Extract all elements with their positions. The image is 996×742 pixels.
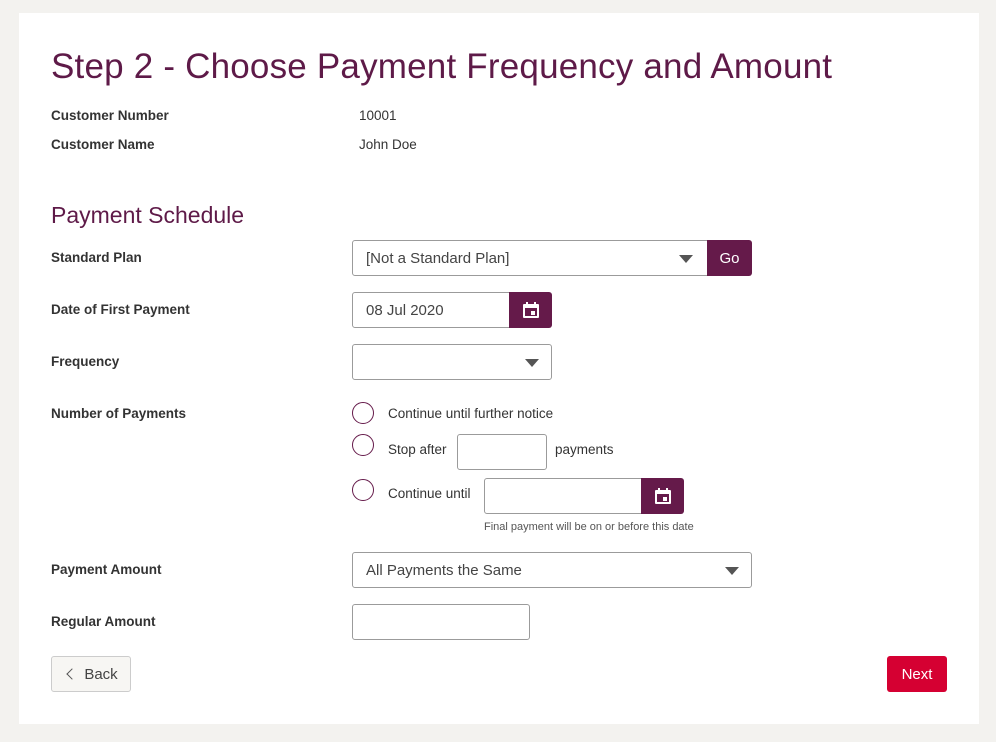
page-title: Step 2 - Choose Payment Frequency and Am… [51,47,833,86]
next-button[interactable]: Next [887,656,947,692]
standard-plan-selected: [Not a Standard Plan] [366,250,510,267]
first-payment-date-input[interactable]: 08 Jul 2020 [352,292,510,328]
customer-name-value: John Doe [359,137,417,152]
calendar-icon [522,302,539,318]
customer-number-label: Customer Number [51,108,169,123]
standard-plan-select[interactable]: [Not a Standard Plan] [352,240,708,276]
first-payment-date-value: 08 Jul 2020 [366,302,444,319]
continue-until-date-input[interactable] [484,478,642,514]
form-card: Step 2 - Choose Payment Frequency and Am… [19,13,979,724]
radio-stop-after-label: Stop after [388,442,447,457]
chevron-down-icon [525,359,539,367]
stop-after-count-input[interactable] [457,434,547,470]
regular-amount-input[interactable] [352,604,530,640]
back-button-label: Back [84,665,118,683]
radio-continue-further-notice[interactable] [352,402,374,424]
chevron-left-icon [66,668,78,680]
number-of-payments-label: Number of Payments [51,406,187,421]
radio-continue-further-notice-label: Continue until further notice [388,406,554,421]
calendar-icon [654,488,671,504]
first-payment-calendar-button[interactable] [509,292,552,328]
radio-continue-until[interactable] [352,479,374,501]
continue-until-calendar-button[interactable] [641,478,684,514]
payment-amount-select[interactable]: All Payments the Same [352,552,752,588]
frequency-label: Frequency [51,354,120,369]
chevron-down-icon [725,567,739,575]
radio-continue-until-label: Continue until [388,486,471,501]
frequency-select[interactable] [352,344,552,380]
continue-until-hint: Final payment will be on or before this … [484,521,694,533]
go-button[interactable]: Go [707,240,752,276]
payment-amount-label: Payment Amount [51,562,162,577]
standard-plan-label: Standard Plan [51,250,142,265]
first-payment-label: Date of First Payment [51,302,190,317]
payment-amount-selected: All Payments the Same [366,562,522,579]
payments-suffix-label: payments [555,442,614,457]
customer-name-label: Customer Name [51,137,155,152]
back-button[interactable]: Back [51,656,131,692]
radio-stop-after[interactable] [352,434,374,456]
regular-amount-label: Regular Amount [51,614,156,629]
customer-number-value: 10001 [359,108,397,123]
section-title: Payment Schedule [51,202,245,228]
chevron-down-icon [679,255,693,263]
